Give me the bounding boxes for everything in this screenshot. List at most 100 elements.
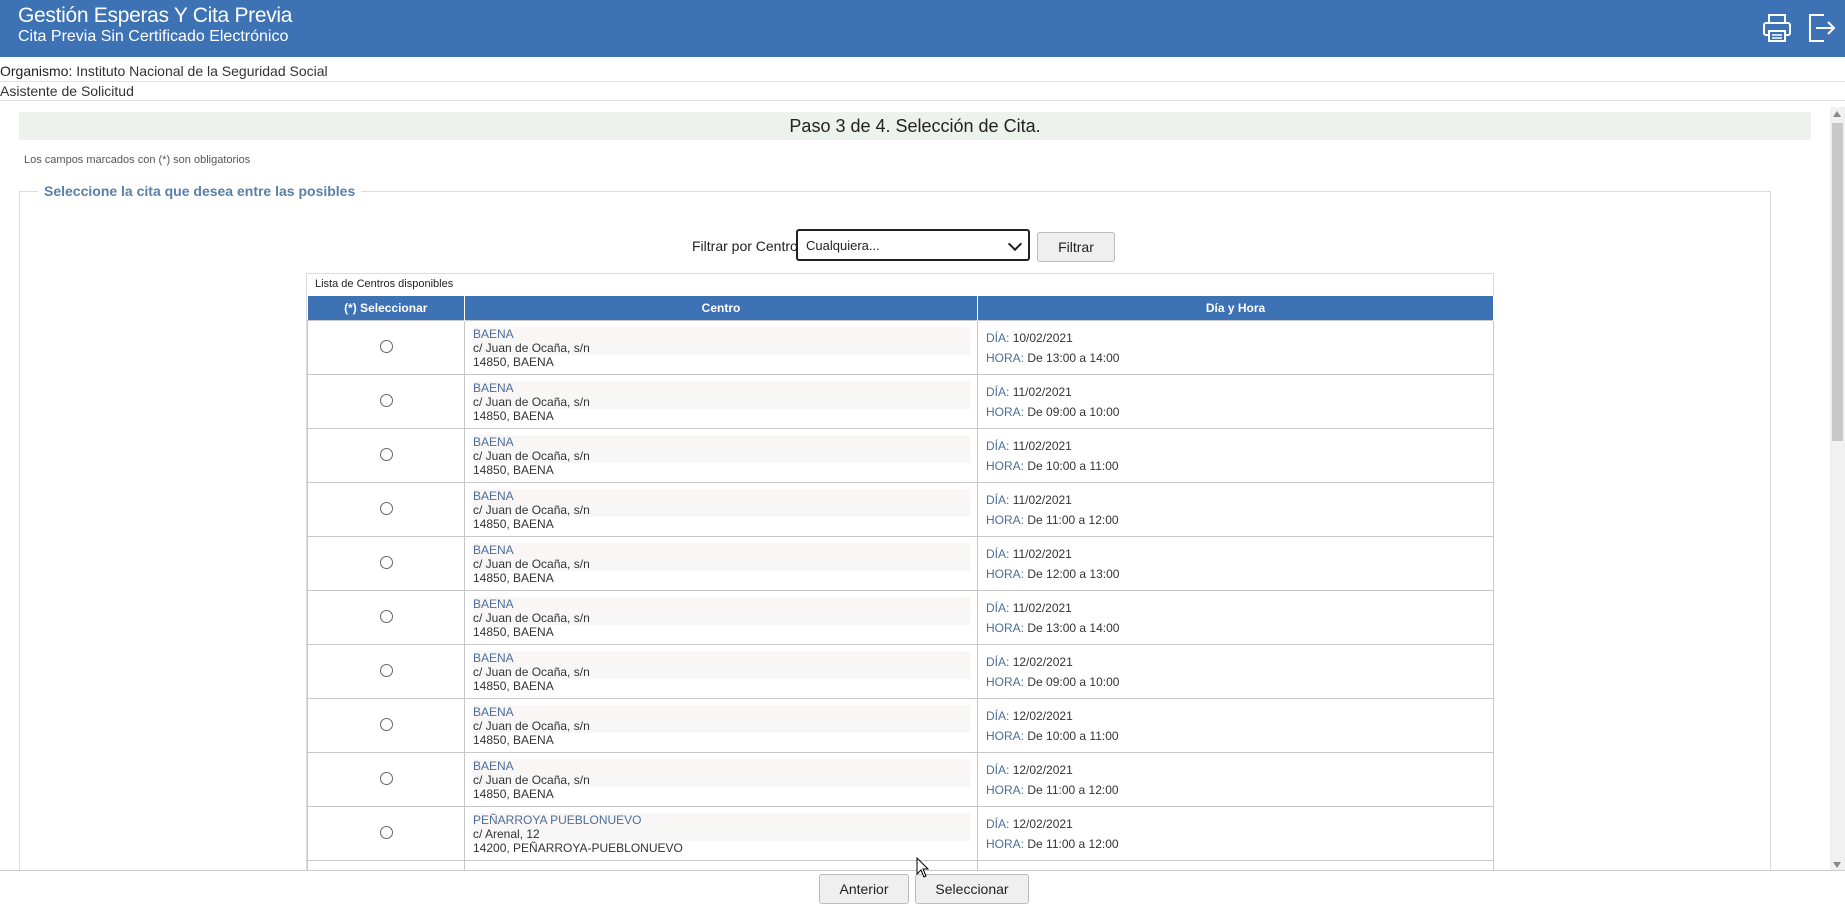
table-row[interactable]: BAENA c/ Juan de Ocaña, s/n 14850, BAENA DÍ…: [307, 482, 1494, 537]
select-cell: [307, 860, 465, 870]
scroll-up-icon[interactable]: [1833, 111, 1841, 117]
select-cell: [307, 644, 465, 699]
center-name: PEÑARROYA PUEBLONUEVO: [473, 812, 970, 827]
center-city: 14850, BAENA: [473, 462, 970, 477]
appointment-radio[interactable]: [379, 447, 393, 461]
hour-value: De 13:00 a 14:00: [1027, 350, 1120, 365]
table-row[interactable]: BAENA c/ Juan de Ocaña, s/n 14850, BAENA DÍ…: [307, 752, 1494, 807]
table-row[interactable]: BAENAc/ Juan de Ocaña, s/nDÍA: 12/02/202…: [307, 860, 1494, 870]
select-cell: [307, 428, 465, 483]
printer-icon[interactable]: [1760, 11, 1794, 45]
appointment-radio[interactable]: [379, 339, 393, 353]
center-address: c/ Juan de Ocaña, s/n: [473, 772, 970, 787]
center-cell: BAENA c/ Juan de Ocaña, s/n 14850, BAENA: [464, 482, 978, 537]
hour-label: HORA:: [986, 404, 1025, 419]
organism-label: Organismo:: [0, 63, 73, 79]
table-row[interactable]: BAENA c/ Juan de Ocaña, s/n 14850, BAENA DÍ…: [307, 428, 1494, 483]
center-address: c/ Juan de Ocaña, s/n: [473, 502, 970, 517]
datetime-cell: DÍA: 12/02/2021 HORA: De 11:00 a 12:00: [977, 806, 1494, 861]
day-label: DÍA:: [986, 654, 1010, 669]
select-cell: [307, 752, 465, 807]
chevron-down-icon: [1007, 236, 1023, 252]
scroll-down-icon[interactable]: [1833, 862, 1841, 868]
assistant-label: Asistente de Solicitud: [0, 83, 134, 99]
center-address: c/ Juan de Ocaña, s/n: [473, 394, 970, 409]
mouse-cursor-icon: [916, 857, 930, 878]
hour-label: HORA:: [986, 620, 1025, 635]
hour-label: HORA:: [986, 458, 1025, 473]
appointment-radio[interactable]: [379, 555, 393, 569]
center-address: c/ Juan de Ocaña, s/n: [473, 340, 970, 355]
logout-icon[interactable]: [1804, 11, 1838, 45]
required-note: Los campos marcados con (*) son obligato…: [24, 154, 251, 166]
day-value: 11/02/2021: [1012, 492, 1072, 507]
center-address: c/ Juan de Ocaña, s/n: [473, 718, 970, 733]
table-row[interactable]: BAENA c/ Juan de Ocaña, s/n 14850, BAENA DÍ…: [307, 536, 1494, 591]
table-row[interactable]: BAENA c/ Juan de Ocaña, s/n 14850, BAENA DÍ…: [307, 698, 1494, 753]
appointment-radio[interactable]: [379, 501, 393, 515]
organism-line: Organismo: Instituto Nacional de la Segu…: [0, 63, 328, 79]
hour-label: HORA:: [986, 350, 1025, 365]
step-title: Paso 3 de 4. Selección de Cita.: [19, 112, 1811, 140]
center-cell: BAENA c/ Juan de Ocaña, s/n 14850, BAENA: [464, 590, 978, 645]
day-label: DÍA:: [986, 330, 1010, 345]
center-cell: BAENA c/ Juan de Ocaña, s/n 14850, BAENA: [464, 536, 978, 591]
datetime-cell: DÍA: 12/02/2021 HORA: De 09:00 a 10:00: [977, 644, 1494, 699]
hour-label: HORA:: [986, 566, 1025, 581]
center-name: BAENA: [473, 326, 970, 341]
select-cell: [307, 320, 465, 375]
center-name: BAENA: [473, 758, 970, 773]
center-city: 14850, BAENA: [473, 624, 970, 639]
center-cell: BAENAc/ Juan de Ocaña, s/n: [464, 860, 978, 870]
appointment-radio[interactable]: [379, 825, 393, 839]
center-address: c/ Juan de Ocaña, s/n: [473, 556, 970, 571]
center-cell: BAENA c/ Juan de Ocaña, s/n 14850, BAENA: [464, 644, 978, 699]
center-address: c/ Juan de Ocaña, s/n: [473, 448, 970, 463]
day-value: 12/02/2021: [1012, 816, 1073, 831]
hour-value: De 10:00 a 11:00: [1027, 458, 1119, 473]
divider: [0, 81, 1845, 82]
previous-button[interactable]: Anterior: [819, 874, 909, 904]
datetime-cell: DÍA: 12/02/2021 HORA: De 11:00 a 12:00: [977, 752, 1494, 807]
select-cell: [307, 482, 465, 537]
table-row[interactable]: BAENA c/ Juan de Ocaña, s/n 14850, BAENA DÍ…: [307, 374, 1494, 429]
datetime-cell: DÍA: 11/02/2021 HORA: De 13:00 a 14:00: [977, 590, 1494, 645]
center-cell: BAENA c/ Juan de Ocaña, s/n 14850, BAENA: [464, 428, 978, 483]
day-value: 12/02/2021: [1012, 708, 1073, 723]
table-row[interactable]: BAENA c/ Juan de Ocaña, s/n 14850, BAENA DÍ…: [307, 590, 1494, 645]
day-value: 11/02/2021: [1012, 600, 1072, 615]
appointment-radio[interactable]: [379, 393, 393, 407]
filter-button[interactable]: Filtrar: [1037, 232, 1115, 262]
table-row[interactable]: BAENA c/ Juan de Ocaña, s/n 14850, BAENA DÍ…: [307, 320, 1494, 375]
day-label: DÍA:: [986, 600, 1010, 615]
hour-value: De 11:00 a 12:00: [1027, 782, 1119, 797]
center-city: 14850, BAENA: [473, 354, 970, 369]
hour-label: HORA:: [986, 836, 1025, 851]
center-filter-select[interactable]: Cualquiera...: [796, 229, 1030, 261]
day-label: DÍA:: [986, 384, 1010, 399]
datetime-cell: DÍA: 11/02/2021 HORA: De 10:00 a 11:00: [977, 428, 1494, 483]
center-cell: BAENA c/ Juan de Ocaña, s/n 14850, BAENA: [464, 374, 978, 429]
center-cell: BAENA c/ Juan de Ocaña, s/n 14850, BAENA: [464, 698, 978, 753]
datetime-cell: DÍA: 11/02/2021 HORA: De 09:00 a 10:00: [977, 374, 1494, 429]
center-city: 14850, BAENA: [473, 516, 970, 531]
center-name: BAENA: [473, 596, 970, 611]
table-row[interactable]: BAENA c/ Juan de Ocaña, s/n 14850, BAENA DÍ…: [307, 644, 1494, 699]
center-address: c/ Juan de Ocaña, s/n: [473, 664, 970, 679]
select-button[interactable]: Seleccionar: [915, 874, 1029, 904]
hour-value: De 11:00 a 12:00: [1027, 512, 1119, 527]
appointment-radio[interactable]: [379, 717, 393, 731]
day-value: 11/02/2021: [1012, 384, 1072, 399]
hour-value: De 11:00 a 12:00: [1027, 836, 1119, 851]
center-city: 14850, BAENA: [473, 732, 970, 747]
datetime-cell: DÍA: 11/02/2021 HORA: De 12:00 a 13:00: [977, 536, 1494, 591]
vertical-scrollbar[interactable]: [1830, 107, 1845, 872]
appointment-radio[interactable]: [379, 663, 393, 677]
appointment-radio[interactable]: [379, 771, 393, 785]
scrollbar-thumb[interactable]: [1832, 123, 1843, 441]
app-subtitle: Cita Previa Sin Certificado Electrónico: [18, 28, 289, 45]
appointment-radio[interactable]: [379, 609, 393, 623]
table-row[interactable]: PEÑARROYA PUEBLONUEVO c/ Arenal, 12 14200,…: [307, 806, 1494, 861]
hour-label: HORA:: [986, 512, 1025, 527]
center-city: 14850, BAENA: [473, 678, 970, 693]
